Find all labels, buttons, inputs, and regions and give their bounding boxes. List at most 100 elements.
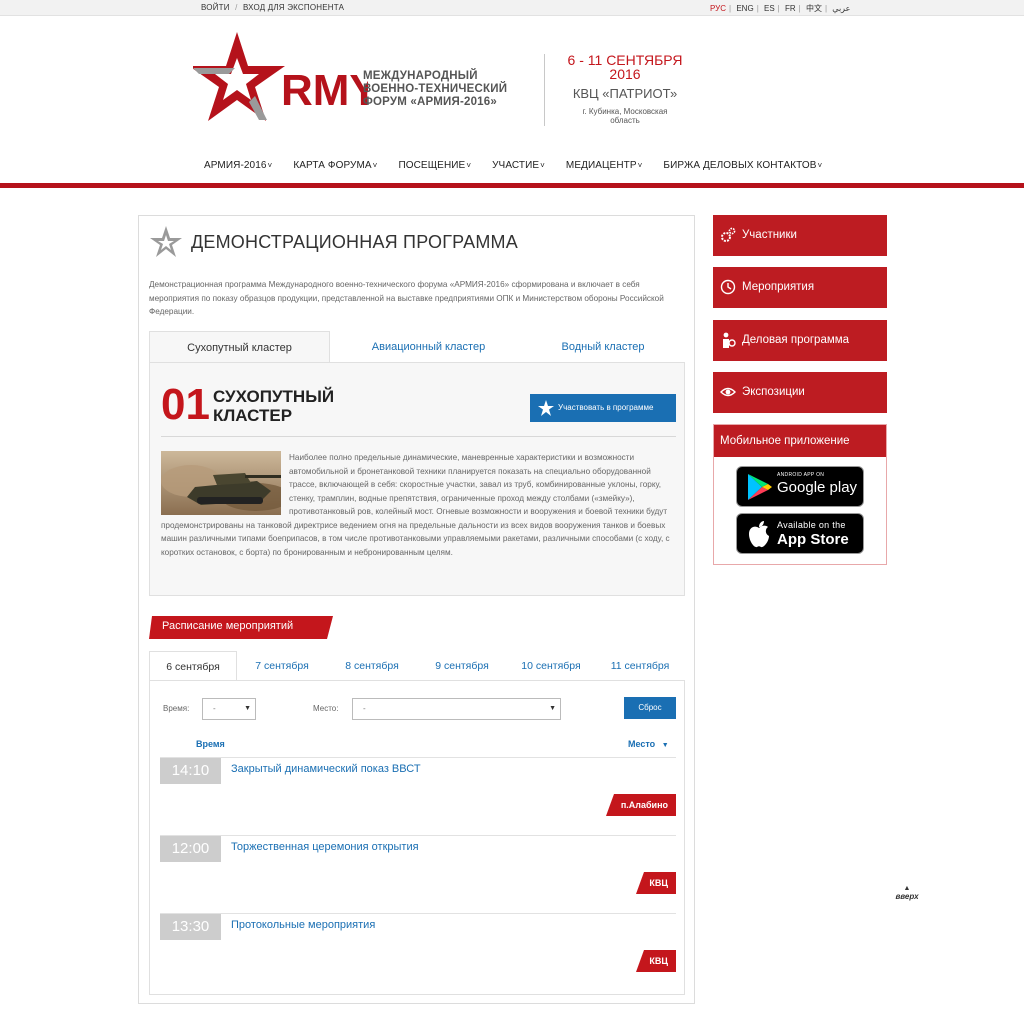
- schedule-label-text: Расписание мероприятий: [162, 620, 294, 632]
- event-time: 13:30: [160, 914, 221, 940]
- logo-caption-line: МЕЖДУНАРОДНЫЙ: [363, 70, 478, 82]
- lang-fr[interactable]: FR: [785, 4, 796, 13]
- column-header-time[interactable]: Время: [196, 739, 225, 749]
- cluster-name-line: КЛАСТЕР: [213, 406, 293, 425]
- login-link[interactable]: ВОЙТИ: [201, 3, 230, 12]
- text-wrap-spacer: [161, 451, 289, 515]
- tab-day-9[interactable]: 9 сентября: [417, 651, 507, 681]
- header-red-bar: [0, 183, 1024, 188]
- sidebar-item-label: Мероприятия: [742, 281, 815, 293]
- main-menu: АРМИЯ-2016 КАРТА ФОРУМА ПОСЕЩЕНИЕ УЧАСТИ…: [204, 160, 843, 171]
- menu-item-participation[interactable]: УЧАСТИЕ: [492, 160, 545, 171]
- site-header: RMY МЕЖДУНАРОДНЫЙ ВОЕННО-ТЕХНИЧЕСКИЙ ФОР…: [0, 16, 1024, 184]
- top-bar: ВОЙТИ / ВХОД ДЛЯ ЭКСПОНЕНТА РУС | ENG | ES…: [0, 0, 1024, 16]
- sidebar-item-participants[interactable]: Участники: [713, 215, 887, 256]
- menu-item-media-center[interactable]: МЕДИАЦЕНТР: [566, 160, 642, 171]
- clock-icon: [720, 279, 736, 295]
- place-filter-select[interactable]: - ▼: [352, 698, 561, 720]
- google-play-big-text: Google play: [777, 479, 858, 496]
- cluster-name-line: СУХОПУТНЫЙ: [213, 387, 335, 406]
- place-filter-value: -: [363, 704, 366, 713]
- main-panel: ДЕМОНСТРАЦИОННАЯ ПРОГРАММА Демонстрацион…: [138, 215, 695, 1004]
- google-play-icon: [748, 474, 772, 500]
- intro-text: Демонстрационная программа Международног…: [149, 280, 664, 316]
- person-icon: [723, 332, 736, 348]
- cluster-number: 01: [161, 380, 210, 429]
- star-icon: [538, 400, 554, 416]
- lang-sep: |: [777, 4, 780, 13]
- tab-water-cluster[interactable]: Водный кластер: [521, 331, 685, 363]
- event-year: 2016: [609, 66, 641, 82]
- tab-aviation-cluster[interactable]: Авиационный кластер: [336, 331, 521, 363]
- sidebar-item-business-program[interactable]: Деловая программа: [713, 320, 887, 361]
- google-play-button[interactable]: ANDROID APP ON Google play: [736, 466, 864, 507]
- schedule-divider: [160, 757, 676, 758]
- gears-icon: [721, 227, 736, 242]
- lang-ar[interactable]: عربي: [832, 4, 850, 13]
- tab-day-6[interactable]: 6 сентября: [149, 651, 237, 681]
- time-filter-value: -: [213, 704, 216, 713]
- lang-sep: |: [756, 4, 759, 13]
- schedule-box: Время: - ▼ Место: - ▼ Сброс Время Место …: [149, 680, 685, 995]
- menu-item-forum-map[interactable]: КАРТА ФОРУМА: [293, 160, 377, 171]
- tab-ground-cluster[interactable]: Сухопутный кластер: [149, 331, 330, 363]
- menu-item-business-exchange[interactable]: БИРЖА ДЕЛОВЫХ КОНТАКТОВ: [663, 160, 822, 171]
- time-filter-select[interactable]: - ▼: [202, 698, 256, 720]
- event-city: г. Кубинка, Московская область: [582, 107, 668, 125]
- logo-caption: МЕЖДУНАРОДНЫЙ ВОЕННО-ТЕХНИЧЕСКИЙ ФОРУМ «…: [363, 70, 507, 109]
- lang-en[interactable]: ENG: [736, 4, 753, 13]
- chevron-down-icon: ▼: [244, 705, 251, 712]
- place-filter-label: Место:: [313, 704, 339, 713]
- schedule-divider: [160, 913, 676, 914]
- column-header-place-label: Место: [628, 739, 656, 749]
- schedule-label: Расписание мероприятий: [149, 616, 333, 639]
- event-dates-line: 6 - 11 СЕНТЯБРЯ: [567, 52, 683, 68]
- reset-button[interactable]: Сброс: [624, 697, 676, 719]
- lang-sep: |: [798, 4, 801, 13]
- menu-item-army-2016[interactable]: АРМИЯ-2016: [204, 160, 272, 171]
- time-filter-label: Время:: [163, 704, 190, 713]
- event-time: 12:00: [160, 836, 221, 862]
- event-title[interactable]: Закрытый динамический показ ВВСТ: [231, 763, 421, 775]
- lang-zh[interactable]: 中文: [806, 4, 822, 13]
- event-place: КВЦ: [649, 956, 668, 966]
- sort-down-icon: ▼: [661, 742, 669, 749]
- back-to-top-link[interactable]: ▲ вверх: [893, 885, 921, 901]
- back-to-top-label: вверх: [895, 892, 919, 901]
- eye-icon: [720, 387, 736, 397]
- sidebar-item-events[interactable]: Мероприятия: [713, 267, 887, 308]
- column-header-place[interactable]: Место ▼: [628, 739, 669, 749]
- sidebar-item-label: Деловая программа: [742, 334, 850, 346]
- event-place-badge: КВЦ: [636, 950, 676, 972]
- lang-sep: |: [824, 4, 828, 13]
- event-venue: КВЦ «ПАТРИОТ»: [572, 86, 678, 101]
- event-time: 14:10: [160, 758, 221, 784]
- mobile-app-box: Мобильное приложение ANDROID APP ON Goog…: [713, 424, 887, 565]
- cluster-description: Наиболее полно предельные динамические, …: [161, 451, 676, 559]
- app-store-button[interactable]: Available on the App Store: [736, 513, 864, 554]
- tab-day-8[interactable]: 8 сентября: [327, 651, 417, 681]
- schedule-divider: [160, 835, 676, 836]
- menu-item-visit[interactable]: ПОСЕЩЕНИЕ: [398, 160, 471, 171]
- lang-sep: |: [729, 4, 732, 13]
- logo-caption-line: ФОРУМ «АРМИЯ-2016»: [363, 96, 497, 108]
- tab-day-7[interactable]: 7 сентября: [237, 651, 327, 681]
- logo-caption-line: ВОЕННО-ТЕХНИЧЕСКИЙ: [363, 83, 508, 95]
- event-title[interactable]: Протокольные мероприятия: [231, 919, 375, 931]
- cluster-name: СУХОПУТНЫЙ КЛАСТЕР: [213, 387, 334, 425]
- sidebar-item-expositions[interactable]: Экспозиции: [713, 372, 887, 413]
- tab-day-10[interactable]: 10 сентября: [507, 651, 595, 681]
- tab-day-11[interactable]: 11 сентября: [595, 651, 685, 681]
- event-title[interactable]: Торжественная церемония открытия: [231, 841, 419, 853]
- event-dates: 6 - 11 СЕНТЯБРЯ 2016: [560, 53, 690, 81]
- mobile-app-title: Мобильное приложение: [714, 425, 886, 457]
- participate-button[interactable]: Участвовать в программе: [530, 394, 676, 422]
- exhibitor-login-link[interactable]: ВХОД ДЛЯ ЭКСПОНЕНТА: [243, 3, 344, 12]
- chevron-down-icon: ▼: [549, 705, 556, 712]
- event-place-badge: п.Алабино: [606, 794, 676, 816]
- star-icon: [150, 226, 182, 257]
- cluster-content: 01 СУХОПУТНЫЙ КЛАСТЕР Участвовать в прог…: [149, 362, 685, 596]
- lang-es[interactable]: ES: [764, 4, 775, 13]
- sidebar-item-label: Участники: [742, 229, 797, 241]
- lang-ru[interactable]: РУС: [710, 4, 726, 13]
